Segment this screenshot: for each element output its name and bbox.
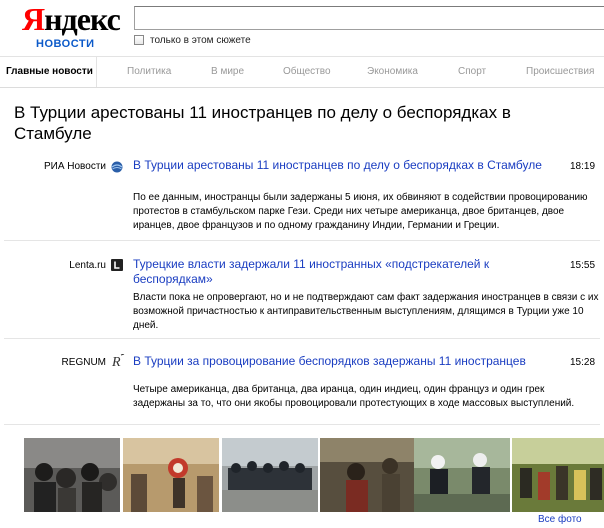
ria-globe-icon xyxy=(111,161,123,173)
logo-rest: ндекс xyxy=(44,1,121,37)
regnum-r-icon: R xyxy=(111,354,125,368)
photo-thumbnail[interactable] xyxy=(414,438,510,512)
story-filter[interactable]: только в этом сюжете xyxy=(134,33,251,47)
nav-item-main[interactable]: Главные новости xyxy=(6,66,93,77)
item-time: 15:28 xyxy=(570,357,596,368)
nav-item-incidents[interactable]: Происшествия xyxy=(526,66,594,77)
photo-thumbnail[interactable] xyxy=(222,438,318,512)
item-time: 15:55 xyxy=(570,260,596,271)
source-name[interactable]: Lenta.ru xyxy=(69,260,106,271)
source-name[interactable]: РИА Новости xyxy=(44,161,106,172)
divider xyxy=(4,240,600,241)
item-time: 18:19 xyxy=(570,161,596,172)
story-only-label[interactable]: только в этом сюжете xyxy=(150,35,251,46)
photo-thumbnail[interactable] xyxy=(320,438,416,512)
nav-item-society[interactable]: Общество xyxy=(283,66,331,77)
story-title: В Турции арестованы 11 иностранцев по де… xyxy=(14,103,511,143)
nav-item-world[interactable]: В мире xyxy=(211,66,244,77)
divider xyxy=(4,424,600,425)
item-snippet: Власти пока не опровергают, но и не подт… xyxy=(133,292,599,331)
svg-text:R: R xyxy=(111,355,121,368)
all-photos-link[interactable]: Все фото xyxy=(538,514,582,525)
nav-item-sport[interactable]: Спорт xyxy=(458,66,486,77)
logo-letter: Я xyxy=(22,1,45,37)
source-name[interactable]: REGNUM xyxy=(62,357,106,368)
item-snippet: Четыре американца, два британца, два ира… xyxy=(133,384,575,409)
photo-strip xyxy=(24,438,604,512)
nav-item-politics[interactable]: Политика xyxy=(127,66,171,77)
search-input[interactable] xyxy=(135,7,604,29)
news-section-label[interactable]: НОВОСТИ xyxy=(36,38,95,50)
story-only-checkbox[interactable] xyxy=(134,35,144,45)
lenta-l-icon xyxy=(111,259,123,271)
photo-thumbnail[interactable] xyxy=(512,438,604,512)
item-snippet: По ее данным, иностранцы были задержаны … xyxy=(133,192,588,231)
photo-thumbnail[interactable] xyxy=(24,438,120,512)
divider xyxy=(4,338,600,339)
item-headline-link[interactable]: В Турции за провоцирование беспорядков з… xyxy=(133,354,553,369)
category-nav: Главные новости Политика В мире Общество… xyxy=(0,56,604,88)
item-headline-link[interactable]: В Турции арестованы 11 иностранцев по де… xyxy=(133,158,553,173)
photo-thumbnail[interactable] xyxy=(123,438,219,512)
item-headline-link[interactable]: Турецкие власти задержали 11 иностранных… xyxy=(133,257,553,287)
yandex-logo[interactable]: Яндекс xyxy=(22,1,121,37)
search-box[interactable] xyxy=(134,6,604,30)
nav-item-economy[interactable]: Экономика xyxy=(367,66,418,77)
